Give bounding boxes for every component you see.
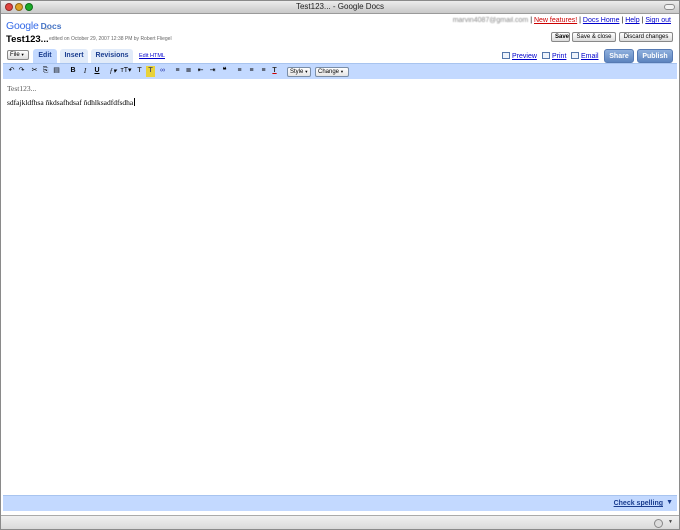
printer-icon — [542, 52, 550, 59]
logo-beta: BETA — [44, 27, 52, 31]
align-left-icon[interactable]: ≡ — [235, 66, 244, 77]
email-label: Email — [581, 53, 599, 60]
save-and-close-button[interactable]: Save & close — [572, 32, 616, 42]
check-spelling-link[interactable]: Check spelling — [614, 500, 663, 507]
document-body-text[interactable]: sdfajkldfhsa ñkdsafhdsaf ñdhlksadfdfsdha — [7, 98, 136, 107]
cut-icon[interactable]: ✂ — [30, 66, 39, 77]
link-icon[interactable]: ∞ — [157, 66, 168, 77]
tab-edit[interactable]: Edit — [33, 49, 57, 63]
google-docs-logo[interactable]: Google Docs — [6, 16, 61, 32]
text-color-icon[interactable]: T — [135, 66, 144, 77]
sign-out-link[interactable]: Sign out — [645, 17, 671, 24]
body-text[interactable]: sdfajkldfhsa ñkdsafhdsaf ñdhlksadfdfsdha — [7, 98, 133, 107]
font-size-button[interactable]: ᴛT▾ — [120, 66, 132, 77]
chevron-down-icon: ▼ — [20, 52, 25, 57]
align-right-icon[interactable]: ≡ — [259, 66, 268, 77]
envelope-icon — [571, 52, 579, 59]
discard-changes-button[interactable]: Discard changes — [619, 32, 673, 42]
help-link[interactable]: Help — [625, 17, 639, 24]
new-features-link[interactable]: New features! — [534, 17, 577, 24]
align-center-icon[interactable]: ≡ — [247, 66, 256, 77]
document-heading-text[interactable]: Test123... — [7, 84, 36, 93]
preview-link[interactable]: Preview — [502, 52, 537, 60]
triangle-down-icon[interactable]: ▼ — [666, 499, 673, 506]
tab-insert[interactable]: Insert — [60, 49, 88, 63]
share-button[interactable]: Share — [604, 49, 634, 63]
document-edited-info: edited on October 29, 2007 12:38 PM by R… — [49, 36, 172, 42]
publish-button[interactable]: Publish — [637, 49, 673, 63]
chevron-down-icon[interactable]: ▼ — [668, 519, 673, 525]
formatting-toolbar: ↶ ↷ ✂ ⎘ ▤ B I U ƒ▾ ᴛT▾ T T ∞ ≡ ≣ ⇤ ⇥ ❝ ≡… — [3, 63, 677, 79]
document-editor[interactable]: Test123... sdfajkldfhsa ñkdsafhdsaf ñdhl… — [3, 80, 677, 495]
file-menu-button[interactable]: File▼ — [7, 50, 29, 60]
gear-icon[interactable] — [654, 519, 663, 528]
preview-label: Preview — [512, 53, 537, 60]
text-cursor — [134, 98, 136, 106]
copy-icon[interactable]: ⎘ — [41, 66, 50, 77]
email-link[interactable]: Email — [571, 52, 599, 60]
edit-html-link[interactable]: Edit HTML — [139, 53, 165, 59]
docs-home-link[interactable]: Docs Home — [583, 17, 620, 24]
toolbar-toggle-button[interactable] — [664, 4, 675, 10]
browser-window: Test123... - Google Docs Google Docs BETA… — [0, 0, 680, 530]
save-button[interactable]: Save — [551, 32, 570, 42]
undo-icon[interactable]: ↶ — [7, 66, 16, 77]
outdent-icon[interactable]: ⇤ — [196, 66, 205, 77]
bold-button[interactable]: B — [69, 66, 77, 77]
print-label: Print — [552, 53, 567, 60]
logo-google: Google — [6, 20, 39, 32]
font-family-button[interactable]: ƒ▾ — [107, 66, 119, 77]
print-link[interactable]: Print — [542, 52, 566, 60]
italic-button[interactable]: I — [81, 66, 89, 77]
bulleted-list-icon[interactable]: ≣ — [184, 66, 193, 77]
title-bar[interactable]: Test123... - Google Docs — [1, 1, 679, 14]
change-dropdown[interactable]: Change▼ — [315, 67, 349, 77]
bottom-bar: Check spelling ▼ — [3, 495, 677, 511]
logo-google-text: Google — [6, 20, 39, 32]
document-title[interactable]: Test123... — [6, 34, 49, 45]
style-dropdown-label: Style — [290, 69, 304, 75]
user-email: marvin4087@gmail.com — [452, 17, 529, 24]
numbered-list-icon[interactable]: ≡ — [173, 66, 182, 77]
clear-formatting-icon[interactable]: T — [270, 66, 279, 77]
browser-status-bar: ▼ — [1, 515, 679, 529]
file-menu-label: File — [10, 52, 20, 58]
window-title: Test123... - Google Docs — [295, 2, 385, 11]
underline-button[interactable]: U — [93, 66, 101, 77]
blockquote-icon[interactable]: ❝ — [220, 66, 229, 77]
user-links: marvin4087@gmail.com | New features! | D… — [453, 17, 671, 24]
tab-revisions[interactable]: Revisions — [91, 49, 133, 63]
indent-icon[interactable]: ⇥ — [208, 66, 217, 77]
change-dropdown-label: Change — [318, 69, 340, 75]
style-dropdown[interactable]: Style▼ — [287, 67, 311, 77]
redo-icon[interactable]: ↷ — [17, 66, 26, 77]
chevron-down-icon: ▼ — [340, 69, 344, 74]
highlight-color-icon[interactable]: T — [146, 66, 155, 77]
paste-icon[interactable]: ▤ — [52, 66, 61, 77]
chevron-down-icon: ▼ — [304, 69, 309, 74]
preview-icon — [502, 52, 510, 59]
